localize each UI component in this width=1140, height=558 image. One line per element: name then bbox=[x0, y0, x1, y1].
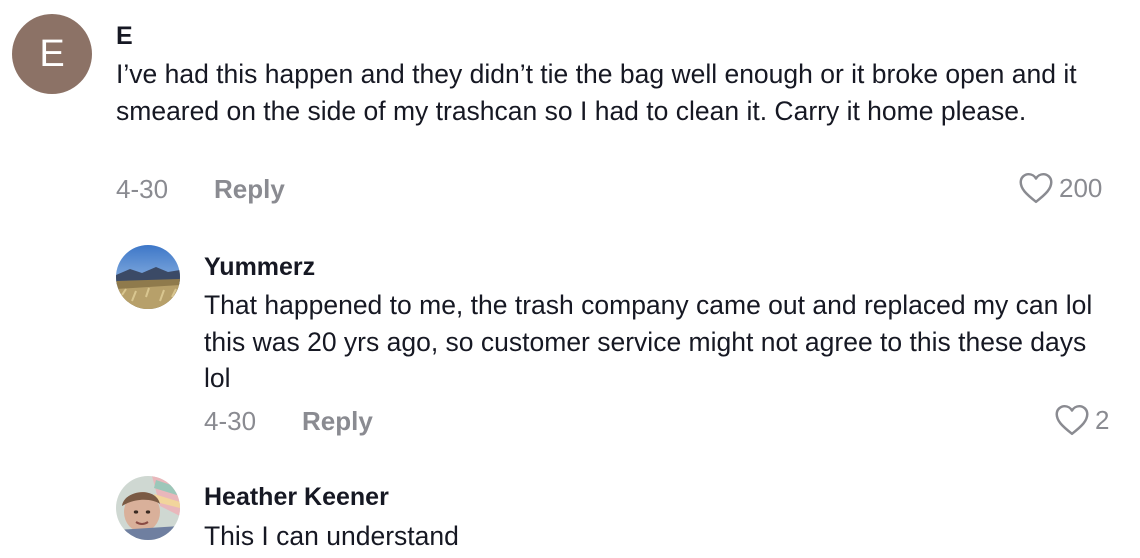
avatar-photo-image bbox=[116, 476, 180, 540]
comment-text: That happened to me, the trash company c… bbox=[204, 290, 1093, 393]
comment-date: 4-30 bbox=[204, 406, 257, 436]
like-count: 2 bbox=[1095, 404, 1110, 435]
comment-date: 4-30 bbox=[116, 174, 169, 204]
comment-thread: E E I’ve had this happen and they didn’t… bbox=[0, 0, 1140, 558]
like-button[interactable]: 200 bbox=[1018, 172, 1102, 204]
comment-username[interactable]: E bbox=[116, 22, 133, 51]
like-button[interactable]: 2 bbox=[1054, 404, 1109, 436]
comment-text: This I can understand bbox=[204, 521, 459, 551]
comment-text: I’ve had this happen and they didn’t tie… bbox=[116, 59, 1077, 126]
reply-button[interactable]: Reply bbox=[214, 174, 285, 205]
avatar-e[interactable]: E bbox=[12, 14, 92, 94]
reply-button[interactable]: Reply bbox=[302, 406, 373, 437]
heart-outline-icon bbox=[1019, 172, 1053, 204]
avatar-yummerz[interactable] bbox=[116, 245, 180, 309]
heart-outline-icon bbox=[1055, 404, 1089, 436]
avatar-landscape-image bbox=[116, 245, 180, 309]
like-count: 200 bbox=[1059, 172, 1103, 203]
comment-username[interactable]: Heather Keener bbox=[204, 483, 389, 512]
avatar-heather-keener[interactable] bbox=[116, 476, 180, 540]
comment-username[interactable]: Yummerz bbox=[204, 253, 315, 282]
avatar-letter: E bbox=[39, 32, 65, 75]
